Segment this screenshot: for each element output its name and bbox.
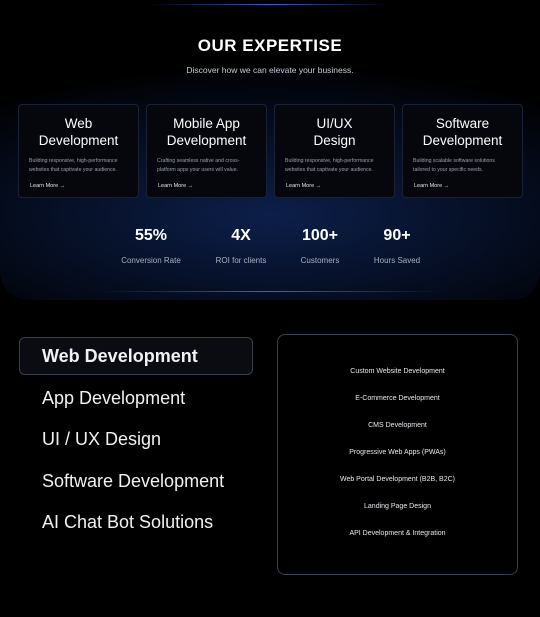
stat-label-conversion: Conversion Rate (121, 256, 181, 265)
service-item-software-development[interactable]: Software Development (42, 471, 224, 492)
learn-more-link[interactable]: Learn More → (286, 183, 321, 189)
section-divider (100, 291, 440, 292)
learn-more-link[interactable]: Learn More → (30, 183, 65, 189)
stat-value-hours: 90+ (383, 227, 411, 244)
service-item-web-development[interactable]: Web Development (42, 346, 198, 367)
card-description: Crafting seamless native and cross- plat… (157, 158, 240, 173)
section-subtitle: Discover how we can elevate your busines… (186, 65, 354, 75)
card-ui-ux-design[interactable]: UI/UX Design Building responsive, high-p… (274, 104, 395, 198)
detail-item: Web Portal Development (B2B, B2C) (339, 476, 456, 483)
service-item-ai-chat-bot[interactable]: AI Chat Bot Solutions (42, 512, 213, 533)
learn-more-link[interactable]: Learn More → (158, 183, 193, 189)
service-details-panel: Custom Website Development E-Commerce De… (277, 334, 518, 575)
service-item-app-development[interactable]: App Development (42, 388, 185, 409)
section-title: OUR EXPERTISE (197, 36, 343, 55)
card-title: Mobile App Development (166, 116, 247, 148)
learn-more-link[interactable]: Learn More → (414, 183, 449, 189)
detail-item: Custom Website Development (350, 368, 445, 375)
stat-label-hours: Hours Saved (373, 256, 421, 265)
detail-item: Landing Page Design (364, 503, 431, 510)
card-software-development[interactable]: Software Development Building scalable s… (402, 104, 523, 198)
card-description: Building responsive, high-performance we… (29, 158, 118, 173)
stat-value-customers: 100+ (301, 227, 339, 244)
service-item-ui-ux-design[interactable]: UI / UX Design (42, 429, 161, 450)
card-web-development[interactable]: Web Development Building responsive, hig… (18, 104, 139, 198)
stat-value-conversion: 55% (134, 227, 168, 244)
card-title: Software Development (422, 116, 503, 148)
detail-item: Progressive Web Apps (PWAs) (349, 449, 446, 456)
card-description: Building scalable software solutions tai… (413, 158, 495, 173)
card-title: Web Development (38, 116, 119, 148)
stat-value-roi: 4X (231, 227, 251, 244)
detail-item: API Development & Integration (349, 530, 446, 537)
card-mobile-app-development[interactable]: Mobile App Development Crafting seamless… (146, 104, 267, 198)
card-description: Building responsive, high-performance we… (285, 158, 374, 173)
card-title: UI/UX Design (313, 116, 356, 148)
detail-item: CMS Development (368, 422, 427, 429)
top-glow-divider (150, 4, 390, 5)
detail-item: E-Commerce Development (355, 395, 440, 402)
